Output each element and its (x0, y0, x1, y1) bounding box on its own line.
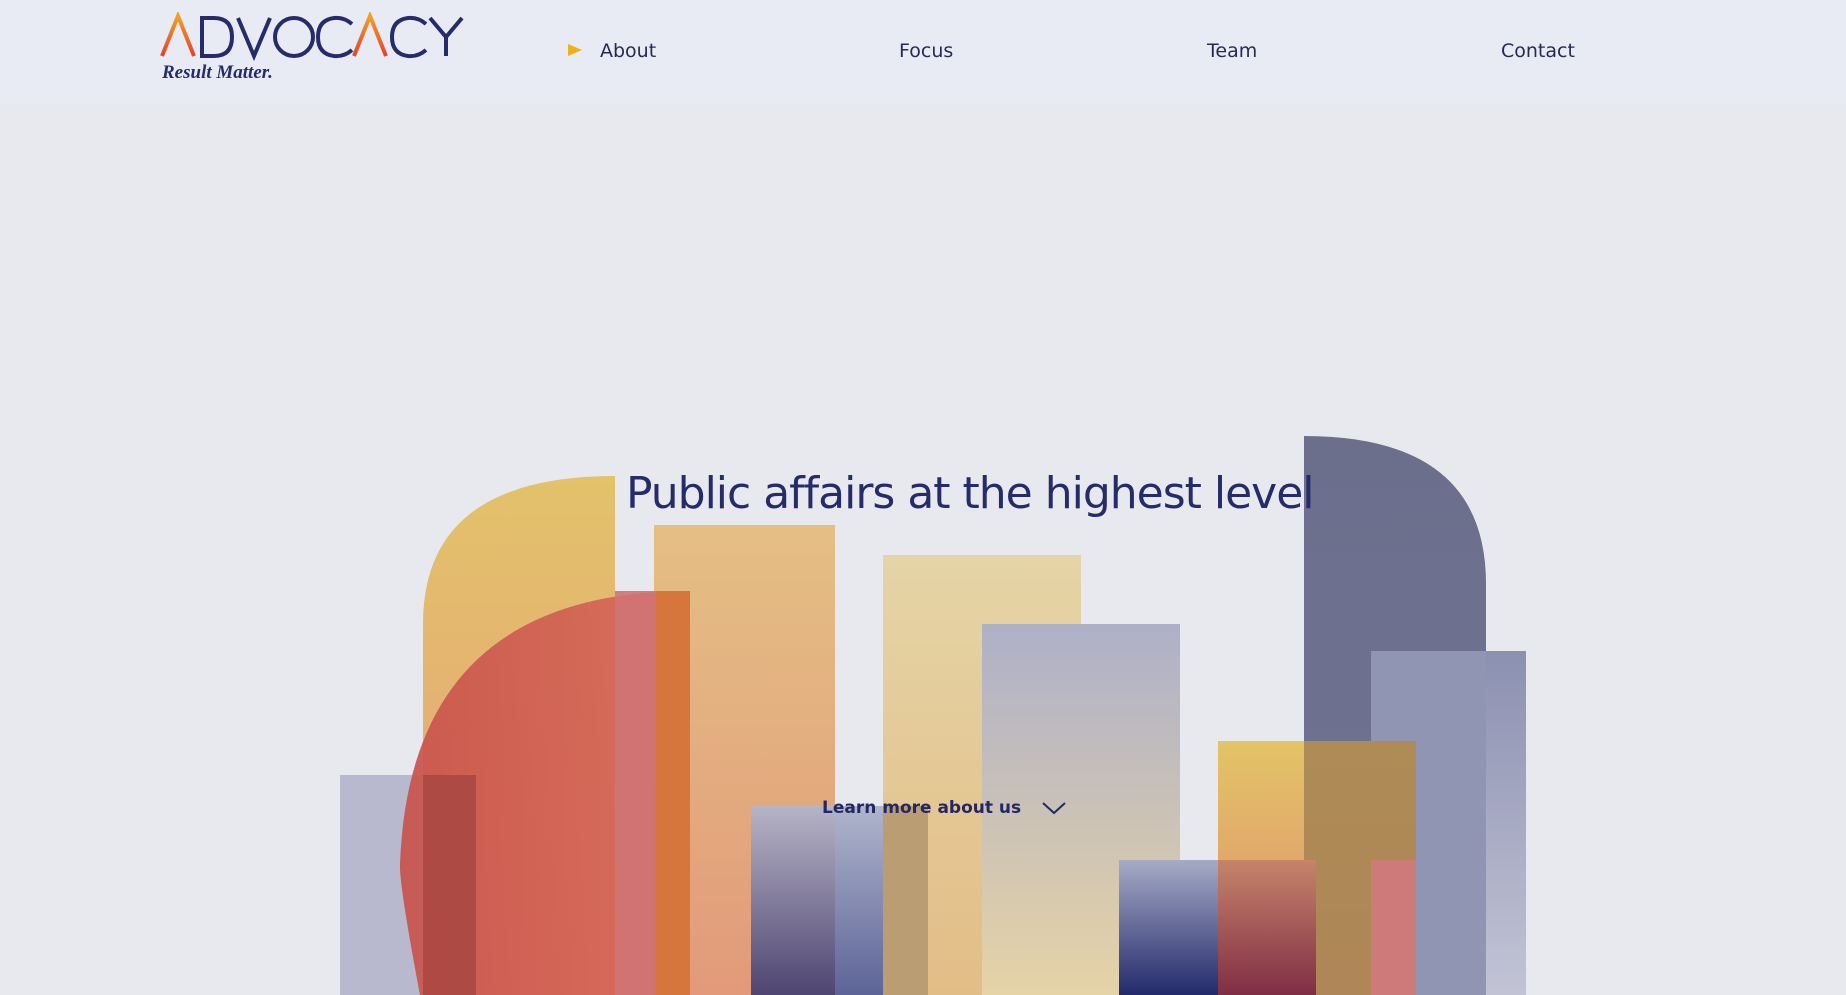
shape-maroon (1218, 860, 1316, 995)
shape-navy-small (1119, 860, 1218, 995)
shape-lilac-overlap (423, 775, 476, 995)
shape-pink-right (1371, 860, 1416, 995)
page: Result Matter. About Focus Team Contact (0, 0, 1846, 995)
nav-item-focus[interactable]: Focus (899, 36, 953, 66)
hero-illustration (340, 436, 1526, 995)
learn-more-label: Learn more about us (822, 798, 1022, 818)
logo-tagline: Result Matter. (162, 62, 273, 83)
nav-item-contact[interactable]: Contact (1501, 36, 1575, 66)
brand-logo[interactable]: Result Matter. (160, 10, 470, 84)
shape-orange-strip (656, 591, 690, 995)
nav-item-about[interactable]: About (600, 36, 656, 66)
shape-pink-overlap (615, 591, 656, 995)
site-header: Result Matter. About Focus Team Contact (0, 0, 1846, 104)
chevron-down-icon (1042, 802, 1066, 815)
nav-item-team[interactable]: Team (1207, 36, 1257, 66)
shape-purple-small (751, 806, 835, 995)
logo-wordmark-graphic (160, 10, 464, 62)
logo-wordmark (160, 10, 470, 62)
learn-more-button[interactable]: Learn more about us (822, 798, 1067, 818)
active-nav-arrow-icon (568, 44, 582, 56)
shape-blue-small (835, 806, 883, 995)
hero-title: Public affairs at the highest level (626, 468, 1315, 519)
hero-section: Public affairs at the highest level Lear… (0, 104, 1846, 995)
shape-tan-small (883, 806, 928, 995)
